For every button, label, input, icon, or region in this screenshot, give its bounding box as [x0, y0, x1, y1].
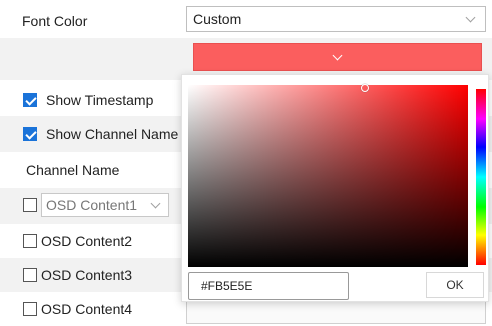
osd-content3-checkbox[interactable] — [23, 268, 37, 282]
font-color-select[interactable]: Custom — [186, 6, 486, 32]
chevron-down-icon — [150, 198, 161, 209]
osd-content1-select-value: OSD Content1 — [46, 197, 138, 213]
show-channel-name-checkbox[interactable] — [23, 127, 37, 141]
osd-content4-label: OSD Content4 — [41, 301, 133, 317]
hue-slider[interactable] — [476, 89, 486, 265]
osd-content1-select[interactable]: OSD Content1 — [41, 193, 169, 217]
font-color-row: Font Color Custom — [0, 0, 492, 38]
osd-content2-label: OSD Content2 — [41, 233, 133, 249]
font-color-label: Font Color — [22, 13, 88, 29]
font-color-select-value: Custom — [193, 11, 242, 27]
chevron-down-icon — [332, 50, 343, 61]
show-timestamp-checkbox[interactable] — [23, 93, 37, 107]
saturation-value-area[interactable] — [188, 84, 468, 267]
ok-button[interactable]: OK — [426, 272, 484, 298]
color-selector-handle[interactable] — [361, 84, 369, 92]
osd-content2-checkbox[interactable] — [23, 234, 37, 248]
color-picker-popup: OK — [181, 74, 489, 302]
show-timestamp-label: Show Timestamp — [46, 92, 154, 108]
osd-content1-checkbox[interactable] — [23, 198, 37, 212]
chevron-down-icon — [465, 12, 476, 23]
channel-name-label: Channel Name — [26, 162, 120, 178]
hex-color-input[interactable] — [188, 272, 349, 300]
osd-content4-checkbox[interactable] — [23, 302, 37, 316]
color-swatch-dropdown[interactable] — [193, 43, 482, 71]
show-channel-name-label: Show Channel Name — [46, 126, 179, 142]
osd-content3-label: OSD Content3 — [41, 267, 133, 283]
